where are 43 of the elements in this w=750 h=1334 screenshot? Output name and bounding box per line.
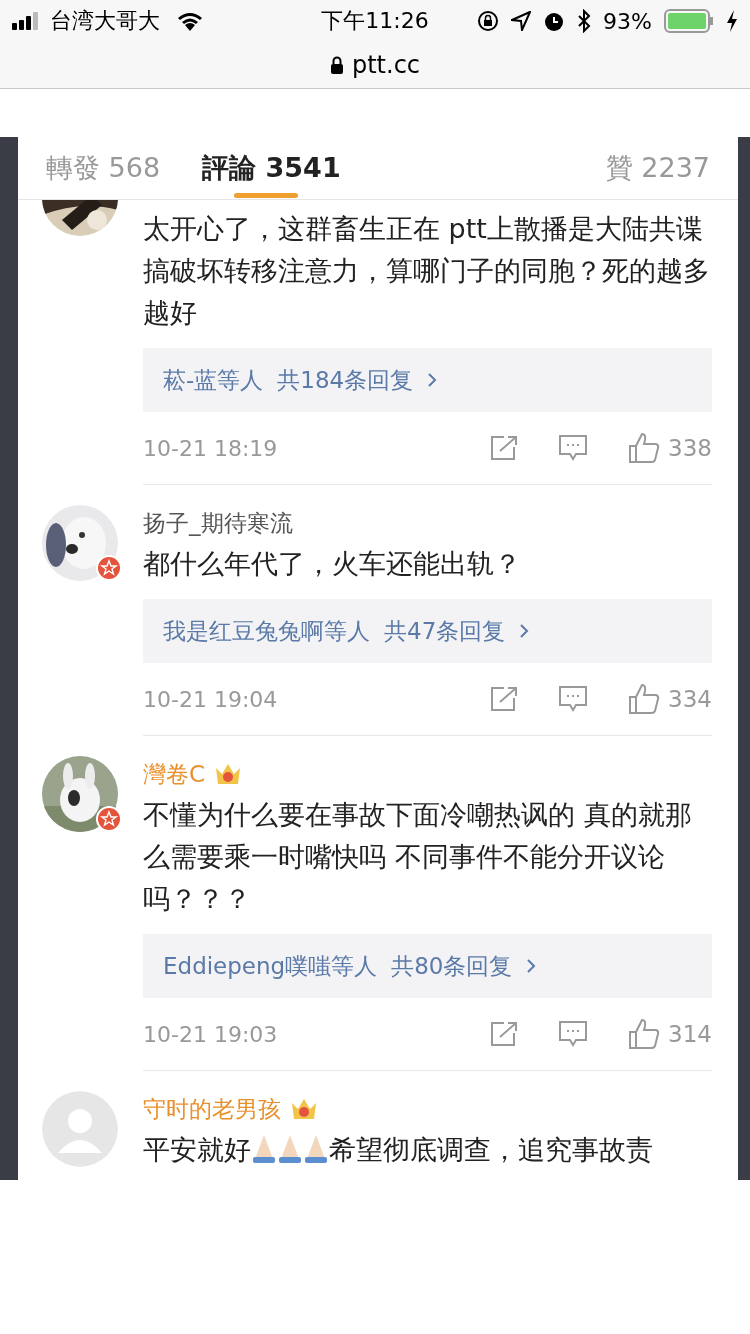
user-name[interactable]: 灣卷C bbox=[143, 758, 206, 790]
carrier-name: 台湾大哥大 bbox=[50, 7, 160, 35]
wifi-icon bbox=[176, 11, 204, 31]
share-button[interactable] bbox=[490, 435, 519, 461]
rotation-lock-icon bbox=[477, 10, 500, 32]
lock-icon bbox=[329, 56, 344, 74]
comment-text: 都什么年代了，火车还能出轨？ bbox=[143, 547, 522, 581]
tab[interactable]: 轉發 568 bbox=[46, 137, 161, 199]
comment-button[interactable] bbox=[558, 685, 589, 713]
replies-link[interactable]: Eddiepeng噗嗤等人 共80条回复 bbox=[143, 934, 712, 998]
replies-link[interactable]: 我是红豆兔兔啊等人 共47条回复 bbox=[143, 599, 712, 663]
user-name[interactable]: 扬子_期待寒流 bbox=[143, 507, 293, 539]
comment-time: 10-21 19:04 bbox=[143, 686, 279, 712]
chevron-right-icon bbox=[526, 958, 537, 974]
comment-text: 太开心了，这群畜生正在 ptt上散播是大陆共谍搞破坏转移注意力，算哪门子的同胞？死的越多越好 bbox=[143, 212, 711, 330]
thumbs-up-icon bbox=[628, 683, 661, 715]
comment-button[interactable] bbox=[558, 1020, 589, 1048]
clock-time: 下午11:26 bbox=[321, 8, 429, 33]
like-button[interactable]: 314 bbox=[628, 1018, 712, 1050]
battery-icon bbox=[664, 9, 714, 33]
person-icon bbox=[42, 1091, 118, 1167]
user-name[interactable]: 守时的老男孩 bbox=[143, 1093, 281, 1125]
thumbs-up-icon bbox=[628, 432, 661, 464]
charging-bolt-icon bbox=[726, 10, 738, 32]
like-button[interactable]: 334 bbox=[628, 683, 712, 715]
comment-text: 平安就好 希望彻底调查，追究事故责 bbox=[143, 1132, 654, 1167]
chevron-right-icon bbox=[519, 623, 530, 639]
like-button[interactable]: 338 bbox=[628, 432, 712, 464]
share-button[interactable] bbox=[490, 686, 519, 712]
bluetooth-icon bbox=[577, 9, 592, 33]
tab[interactable]: 評論 3541 bbox=[202, 137, 341, 199]
comment-button[interactable] bbox=[558, 434, 589, 462]
comment-time: 10-21 19:03 bbox=[143, 1021, 279, 1047]
comment-text: 不懂为什么要在事故下面冷嘲热讽的 真的就那么需要乘一时嘴快吗 不同事件不能分开议论吗？？？ bbox=[143, 798, 693, 916]
chevron-right-icon bbox=[427, 372, 438, 388]
thumbs-up-icon bbox=[628, 1018, 661, 1050]
battery-percent: 93% bbox=[603, 8, 652, 34]
location-icon bbox=[511, 11, 532, 31]
replies-link[interactable]: 菘-蓝等人 共184条回复 bbox=[143, 348, 712, 412]
share-button[interactable] bbox=[490, 1021, 519, 1047]
tab[interactable]: 贊 2237 bbox=[605, 137, 710, 199]
url-text: ptt.cc bbox=[351, 51, 421, 79]
comment-time: 10-21 18:19 bbox=[143, 435, 279, 461]
